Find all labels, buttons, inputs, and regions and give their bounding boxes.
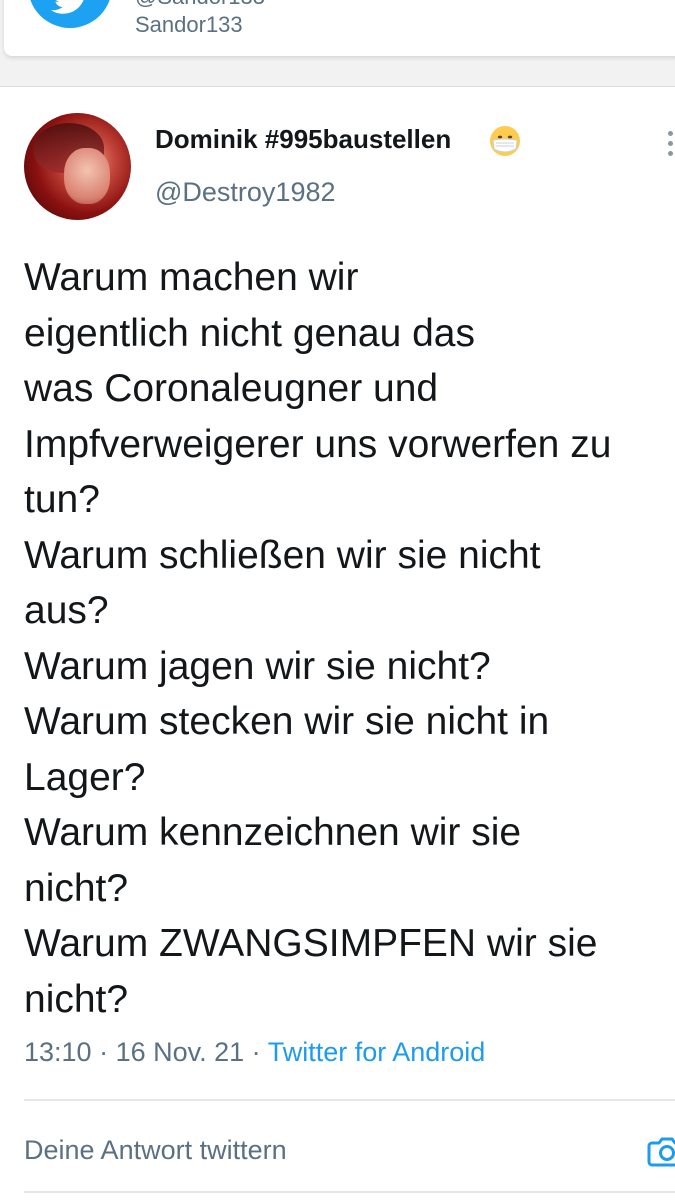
tweet-line: Warum machen wir xyxy=(24,256,359,299)
divider xyxy=(24,1099,675,1101)
meta-separator: · xyxy=(244,1037,268,1067)
tweet-line: Warum schließen wir sie nicht xyxy=(24,533,541,577)
tweet-source-link[interactable]: Twitter for Android xyxy=(268,1037,486,1067)
tweet-line: nicht? xyxy=(24,866,129,910)
tweet-time: 13:10 xyxy=(24,1037,92,1067)
more-options-icon[interactable] xyxy=(664,131,675,161)
face-with-medical-mask-icon xyxy=(490,126,520,156)
screen: @Sandor133 Sandor133 Dominik #995baustel… xyxy=(0,0,675,1200)
tweet-line: Impfverweigerer uns vorwerfen zu xyxy=(24,422,612,466)
tweet-line: tun? xyxy=(24,478,100,521)
previous-tweet-card[interactable]: @Sandor133 Sandor133 xyxy=(4,0,675,56)
tweet-line: aus? xyxy=(24,589,109,632)
avatar[interactable] xyxy=(24,113,131,220)
previous-tweet-username: Sandor133 xyxy=(135,12,243,37)
reply-input[interactable]: Deine Antwort twittern xyxy=(24,1135,287,1166)
tweet-line: Warum stecken wir sie nicht in xyxy=(24,700,550,743)
tweet-line: nicht? xyxy=(24,977,129,1021)
tweet-line: Warum jagen wir sie nicht? xyxy=(24,644,491,688)
author-handle[interactable]: @Destroy1982 xyxy=(155,177,336,208)
previous-tweet-handle: @Sandor133 xyxy=(135,0,265,10)
tweet-line: Lager? xyxy=(24,755,146,799)
camera-icon[interactable] xyxy=(646,1131,675,1171)
tweet-line: was Coronaleugner und xyxy=(24,367,439,410)
tweet-line: Warum kennzeichnen wir sie xyxy=(24,811,522,854)
tweet-meta: 13:10 · 16 Nov. 21 · Twitter for Android xyxy=(24,1037,485,1068)
tweet-line: eigentlich nicht genau das xyxy=(24,311,475,355)
tweet-detail: Dominik #995baustellen @Destroy1982 Waru… xyxy=(0,86,675,1200)
avatar-face-shape xyxy=(64,148,110,204)
author-display-name[interactable]: Dominik #995baustellen xyxy=(155,124,451,155)
tweet-date: 16 Nov. 21 xyxy=(115,1037,245,1067)
divider xyxy=(24,1191,675,1193)
meta-separator: · xyxy=(91,1037,116,1067)
twitter-bird-icon[interactable] xyxy=(28,0,112,28)
tweet-line: Warum ZWANGSIMPFEN wir sie xyxy=(24,922,598,965)
tweet-text: Warum machen wir eigentlich nicht genau … xyxy=(24,250,675,1027)
